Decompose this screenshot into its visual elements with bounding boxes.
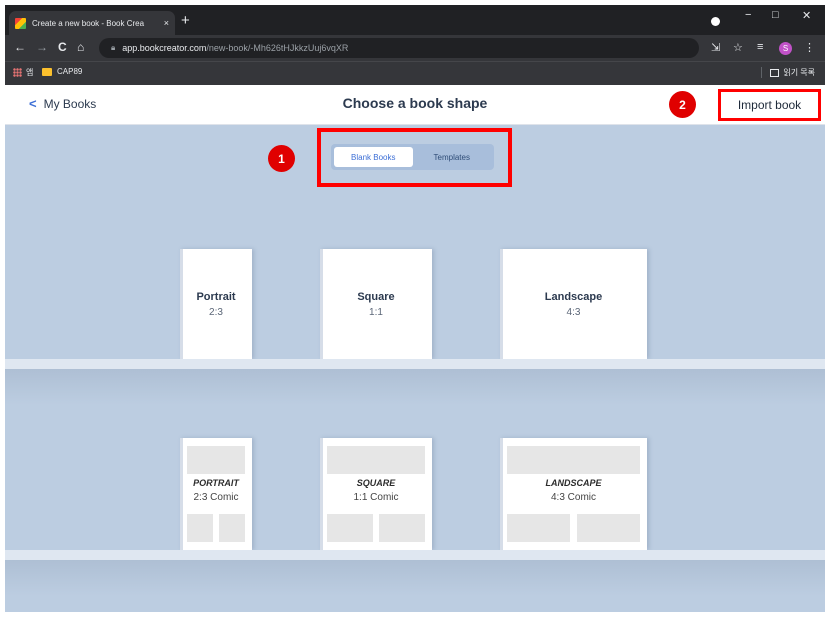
bookmark-star-icon[interactable]: ☆ bbox=[733, 41, 743, 54]
comic-name: PORTRAIT bbox=[193, 478, 239, 488]
bookmark-label: CAP89 bbox=[57, 67, 83, 76]
annotation-badge-2: 2 bbox=[669, 91, 696, 118]
book-name: Portrait bbox=[196, 291, 236, 303]
bookmark-label: 앱 bbox=[26, 68, 34, 77]
forward-arrow-icon[interactable]: → bbox=[36, 40, 48, 54]
book-type-segmented-control: Blank Books Templates bbox=[331, 144, 494, 170]
browser-chrome: Create a new book - Book Crea × + − □ ✕ … bbox=[5, 5, 825, 85]
apps-grid-icon bbox=[13, 68, 22, 77]
address-bar[interactable]: 🔒︎ app.bookcreator.com /new-book/-Mh626t… bbox=[99, 38, 699, 58]
tab-close-icon[interactable]: × bbox=[164, 18, 169, 28]
shelf-bottom-shadow bbox=[5, 560, 825, 596]
shelf-top bbox=[5, 359, 825, 369]
comic-name: SQUARE bbox=[356, 478, 396, 488]
lock-icon: 🔒︎ bbox=[111, 43, 116, 52]
url-path: /new-book/-Mh626tHJkkzUuj6vqXR bbox=[206, 43, 349, 53]
shelf-bottom bbox=[5, 550, 825, 560]
comic-panel bbox=[327, 514, 373, 542]
bookmark-apps[interactable]: 앱 bbox=[13, 67, 33, 78]
book-spine bbox=[500, 249, 503, 359]
profile-avatar[interactable]: S bbox=[779, 42, 792, 55]
home-icon[interactable]: ⌂ bbox=[77, 40, 84, 54]
bookcreator-favicon-icon bbox=[15, 17, 26, 29]
back-arrow-icon[interactable]: ← bbox=[14, 40, 26, 54]
url-host: app.bookcreator.com bbox=[122, 43, 207, 53]
shelf-top-shadow bbox=[5, 369, 825, 405]
tab-templates[interactable]: Templates bbox=[413, 147, 492, 167]
book-ratio: 4:3 bbox=[566, 307, 581, 318]
browser-tab[interactable]: Create a new book - Book Crea × bbox=[9, 11, 175, 35]
comic-panel bbox=[379, 514, 425, 542]
media-queue-icon[interactable]: ≡ bbox=[757, 41, 763, 53]
page-title: Choose a book shape bbox=[342, 95, 488, 111]
comic-ratio: 2:3 Comic bbox=[193, 492, 239, 503]
reload-icon[interactable]: C bbox=[58, 40, 67, 54]
comic-panel bbox=[327, 446, 425, 474]
book-shape-stage: Blank Books Templates 1 Portrait 2:3 Squ… bbox=[5, 125, 825, 612]
book-portrait[interactable]: Portrait 2:3 bbox=[180, 249, 252, 359]
new-tab-button[interactable]: + bbox=[181, 13, 190, 28]
maximize-button[interactable]: □ bbox=[772, 9, 779, 21]
book-name: Square bbox=[357, 291, 395, 303]
comic-panel bbox=[187, 446, 245, 474]
book-landscape[interactable]: Landscape 4:3 bbox=[500, 249, 647, 359]
profile-indicator-icon[interactable] bbox=[711, 17, 720, 26]
comic-panel bbox=[187, 514, 213, 542]
install-app-icon[interactable]: ⇲ bbox=[711, 41, 720, 54]
comic-ratio: 4:3 Comic bbox=[550, 492, 596, 503]
import-book-button[interactable]: Import book bbox=[718, 89, 821, 121]
comic-ratio: 1:1 Comic bbox=[353, 492, 399, 503]
close-window-button[interactable]: ✕ bbox=[802, 9, 811, 22]
comic-panel bbox=[219, 514, 245, 542]
comic-landscape[interactable]: LANDSCAPE 4:3 Comic bbox=[500, 438, 647, 550]
book-ratio: 1:1 bbox=[369, 307, 383, 318]
comic-portrait[interactable]: PORTRAIT 2:3 Comic bbox=[180, 438, 252, 550]
comic-panel bbox=[507, 446, 640, 474]
tab-blank-books[interactable]: Blank Books bbox=[334, 147, 413, 167]
bookmarks-bar: 앱 CAP89 읽기 목록 bbox=[5, 61, 825, 85]
annotation-badge-1: 1 bbox=[268, 145, 295, 172]
menu-kebab-icon[interactable]: ⋮ bbox=[804, 41, 815, 54]
comic-square[interactable]: SQUARE 1:1 Comic bbox=[320, 438, 432, 550]
reading-list-label: 읽기 목록 bbox=[783, 68, 815, 77]
comic-panel bbox=[507, 514, 570, 542]
book-ratio: 2:3 bbox=[209, 307, 223, 318]
tab-bar: Create a new book - Book Crea × + − □ ✕ bbox=[5, 5, 825, 35]
reading-list-icon bbox=[770, 68, 780, 77]
app-header: < My Books Choose a book shape Import bo… bbox=[5, 85, 825, 125]
folder-icon bbox=[42, 67, 52, 76]
comic-name: LANDSCAPE bbox=[545, 478, 602, 488]
reading-list[interactable]: 읽기 목록 bbox=[761, 67, 815, 78]
tab-title: Create a new book - Book Crea bbox=[32, 18, 145, 28]
book-spine bbox=[180, 249, 183, 359]
minimize-button[interactable]: − bbox=[745, 9, 751, 21]
bookmark-cap89[interactable]: CAP89 bbox=[42, 67, 82, 76]
book-square[interactable]: Square 1:1 bbox=[320, 249, 432, 359]
address-row: ← → C ⌂ 🔒︎ app.bookcreator.com /new-book… bbox=[5, 35, 825, 61]
book-spine bbox=[320, 249, 323, 359]
comic-panel bbox=[577, 514, 640, 542]
book-name: Landscape bbox=[544, 291, 603, 303]
